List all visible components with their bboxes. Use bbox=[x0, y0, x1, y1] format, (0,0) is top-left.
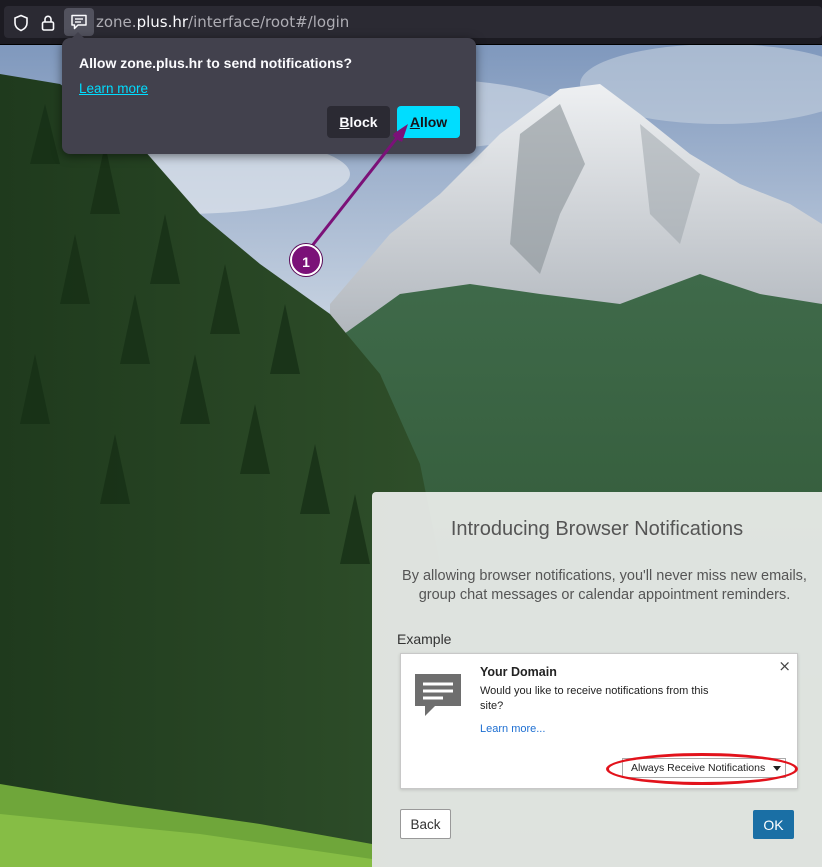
chevron-down-icon bbox=[773, 766, 781, 771]
block-label-rest: lock bbox=[349, 114, 378, 130]
back-button[interactable]: Back bbox=[400, 809, 451, 839]
example-title: Your Domain bbox=[480, 665, 557, 679]
tracking-protection-shield-icon[interactable] bbox=[12, 14, 30, 32]
allow-label-rest: llow bbox=[419, 114, 448, 130]
notification-permission-popup: Allow zone.plus.hr to send notifications… bbox=[62, 32, 476, 154]
allow-button[interactable]: Allow bbox=[397, 106, 460, 138]
lock-icon[interactable] bbox=[39, 14, 57, 32]
close-icon: × bbox=[778, 657, 791, 675]
block-accesskey: B bbox=[339, 114, 350, 130]
example-notification-card: Your Domain Would you like to receive no… bbox=[400, 653, 798, 789]
url-path: /interface/root#/login bbox=[188, 13, 350, 31]
learn-more-link[interactable]: Learn more bbox=[79, 81, 148, 96]
example-permission-select: Always Receive Notifications bbox=[622, 758, 786, 778]
example-label: Example bbox=[397, 631, 452, 647]
intro-title: Introducing Browser Notifications bbox=[450, 518, 744, 540]
url-prefix: zone. bbox=[96, 13, 137, 31]
url-text[interactable]: zone.plus.hr/interface/root#/login bbox=[96, 13, 349, 31]
allow-accesskey: A bbox=[409, 114, 420, 130]
url-domain: plus.hr bbox=[136, 13, 189, 31]
ok-button[interactable]: OK bbox=[753, 810, 794, 839]
intro-description: By allowing browser notifications, you'l… bbox=[402, 568, 807, 603]
step-marker: 1 bbox=[290, 244, 322, 276]
example-learn-more: Learn more... bbox=[480, 723, 546, 735]
popup-arrow bbox=[71, 32, 85, 39]
example-select-value: Always Receive Notifications bbox=[631, 762, 766, 774]
example-message: Would you like to receive notifications … bbox=[480, 685, 709, 712]
popup-title: Allow zone.plus.hr to send notifications… bbox=[79, 55, 352, 71]
block-button[interactable]: Block bbox=[327, 106, 390, 138]
message-bubble-icon bbox=[413, 670, 463, 720]
url-field-container[interactable]: zone.plus.hr/interface/root#/login bbox=[4, 6, 822, 38]
browser-notifications-intro-panel: Introducing Browser Notifications By all… bbox=[372, 492, 822, 867]
